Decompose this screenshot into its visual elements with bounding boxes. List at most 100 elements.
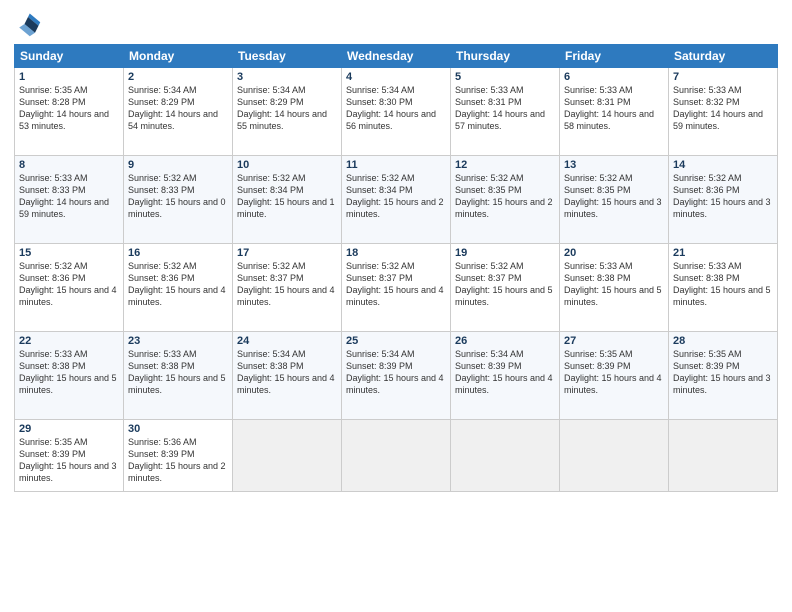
calendar-cell-20: 20Sunrise: 5:33 AMSunset: 8:38 PMDayligh… [560, 244, 669, 332]
cell-info: Sunrise: 5:32 AMSunset: 8:34 PMDaylight:… [346, 172, 446, 221]
calendar-cell-24: 24Sunrise: 5:34 AMSunset: 8:38 PMDayligh… [233, 332, 342, 420]
calendar-cell-27: 27Sunrise: 5:35 AMSunset: 8:39 PMDayligh… [560, 332, 669, 420]
logo [14, 10, 46, 38]
cell-info: Sunrise: 5:34 AMSunset: 8:29 PMDaylight:… [128, 84, 228, 133]
calendar-cell-5: 5Sunrise: 5:33 AMSunset: 8:31 PMDaylight… [451, 68, 560, 156]
day-number: 19 [455, 247, 555, 259]
cell-info: Sunrise: 5:35 AMSunset: 8:39 PMDaylight:… [564, 348, 664, 397]
calendar-cell-29: 29Sunrise: 5:35 AMSunset: 8:39 PMDayligh… [15, 420, 124, 492]
cell-info: Sunrise: 5:34 AMSunset: 8:39 PMDaylight:… [346, 348, 446, 397]
calendar-cell-6: 6Sunrise: 5:33 AMSunset: 8:31 PMDaylight… [560, 68, 669, 156]
day-number: 22 [19, 335, 119, 347]
calendar-cell-28: 28Sunrise: 5:35 AMSunset: 8:39 PMDayligh… [669, 332, 778, 420]
day-number: 25 [346, 335, 446, 347]
header-sunday: Sunday [15, 45, 124, 68]
calendar-cell-13: 13Sunrise: 5:32 AMSunset: 8:35 PMDayligh… [560, 156, 669, 244]
cell-info: Sunrise: 5:32 AMSunset: 8:36 PMDaylight:… [673, 172, 773, 221]
day-number: 8 [19, 159, 119, 171]
day-number: 20 [564, 247, 664, 259]
day-number: 24 [237, 335, 337, 347]
header [14, 10, 778, 38]
calendar-cell-15: 15Sunrise: 5:32 AMSunset: 8:36 PMDayligh… [15, 244, 124, 332]
cell-info: Sunrise: 5:33 AMSunset: 8:38 PMDaylight:… [19, 348, 119, 397]
calendar-cell-26: 26Sunrise: 5:34 AMSunset: 8:39 PMDayligh… [451, 332, 560, 420]
day-number: 12 [455, 159, 555, 171]
day-number: 9 [128, 159, 228, 171]
day-number: 1 [19, 71, 119, 83]
day-number: 2 [128, 71, 228, 83]
cell-info: Sunrise: 5:32 AMSunset: 8:35 PMDaylight:… [455, 172, 555, 221]
day-number: 18 [346, 247, 446, 259]
header-monday: Monday [124, 45, 233, 68]
cell-info: Sunrise: 5:33 AMSunset: 8:33 PMDaylight:… [19, 172, 119, 221]
cell-info: Sunrise: 5:33 AMSunset: 8:38 PMDaylight:… [128, 348, 228, 397]
calendar-row-1: 1Sunrise: 5:35 AMSunset: 8:28 PMDaylight… [15, 68, 778, 156]
header-saturday: Saturday [669, 45, 778, 68]
calendar-cell-1: 1Sunrise: 5:35 AMSunset: 8:28 PMDaylight… [15, 68, 124, 156]
empty-cell [342, 420, 451, 492]
calendar-cell-7: 7Sunrise: 5:33 AMSunset: 8:32 PMDaylight… [669, 68, 778, 156]
calendar-cell-30: 30Sunrise: 5:36 AMSunset: 8:39 PMDayligh… [124, 420, 233, 492]
day-number: 11 [346, 159, 446, 171]
day-number: 4 [346, 71, 446, 83]
cell-info: Sunrise: 5:35 AMSunset: 8:28 PMDaylight:… [19, 84, 119, 133]
page: Sunday Monday Tuesday Wednesday Thursday… [0, 0, 792, 612]
calendar-cell-12: 12Sunrise: 5:32 AMSunset: 8:35 PMDayligh… [451, 156, 560, 244]
cell-info: Sunrise: 5:34 AMSunset: 8:39 PMDaylight:… [455, 348, 555, 397]
day-number: 10 [237, 159, 337, 171]
day-number: 30 [128, 423, 228, 435]
logo-icon [14, 10, 42, 38]
calendar-row-5: 29Sunrise: 5:35 AMSunset: 8:39 PMDayligh… [15, 420, 778, 492]
cell-info: Sunrise: 5:34 AMSunset: 8:30 PMDaylight:… [346, 84, 446, 133]
header-friday: Friday [560, 45, 669, 68]
empty-cell [233, 420, 342, 492]
calendar-cell-19: 19Sunrise: 5:32 AMSunset: 8:37 PMDayligh… [451, 244, 560, 332]
cell-info: Sunrise: 5:33 AMSunset: 8:38 PMDaylight:… [564, 260, 664, 309]
header-tuesday: Tuesday [233, 45, 342, 68]
cell-info: Sunrise: 5:35 AMSunset: 8:39 PMDaylight:… [673, 348, 773, 397]
day-number: 28 [673, 335, 773, 347]
calendar-cell-10: 10Sunrise: 5:32 AMSunset: 8:34 PMDayligh… [233, 156, 342, 244]
cell-info: Sunrise: 5:32 AMSunset: 8:33 PMDaylight:… [128, 172, 228, 221]
cell-info: Sunrise: 5:33 AMSunset: 8:31 PMDaylight:… [455, 84, 555, 133]
calendar-cell-21: 21Sunrise: 5:33 AMSunset: 8:38 PMDayligh… [669, 244, 778, 332]
calendar-cell-8: 8Sunrise: 5:33 AMSunset: 8:33 PMDaylight… [15, 156, 124, 244]
day-number: 6 [564, 71, 664, 83]
empty-cell [451, 420, 560, 492]
cell-info: Sunrise: 5:32 AMSunset: 8:35 PMDaylight:… [564, 172, 664, 221]
calendar-cell-22: 22Sunrise: 5:33 AMSunset: 8:38 PMDayligh… [15, 332, 124, 420]
cell-info: Sunrise: 5:32 AMSunset: 8:37 PMDaylight:… [346, 260, 446, 309]
calendar-cell-9: 9Sunrise: 5:32 AMSunset: 8:33 PMDaylight… [124, 156, 233, 244]
day-number: 15 [19, 247, 119, 259]
calendar-cell-11: 11Sunrise: 5:32 AMSunset: 8:34 PMDayligh… [342, 156, 451, 244]
calendar-row-4: 22Sunrise: 5:33 AMSunset: 8:38 PMDayligh… [15, 332, 778, 420]
cell-info: Sunrise: 5:32 AMSunset: 8:36 PMDaylight:… [128, 260, 228, 309]
calendar-cell-2: 2Sunrise: 5:34 AMSunset: 8:29 PMDaylight… [124, 68, 233, 156]
cell-info: Sunrise: 5:33 AMSunset: 8:31 PMDaylight:… [564, 84, 664, 133]
empty-cell [669, 420, 778, 492]
header-wednesday: Wednesday [342, 45, 451, 68]
cell-info: Sunrise: 5:34 AMSunset: 8:29 PMDaylight:… [237, 84, 337, 133]
day-number: 26 [455, 335, 555, 347]
calendar-cell-14: 14Sunrise: 5:32 AMSunset: 8:36 PMDayligh… [669, 156, 778, 244]
cell-info: Sunrise: 5:32 AMSunset: 8:36 PMDaylight:… [19, 260, 119, 309]
day-number: 27 [564, 335, 664, 347]
header-thursday: Thursday [451, 45, 560, 68]
cell-info: Sunrise: 5:32 AMSunset: 8:37 PMDaylight:… [455, 260, 555, 309]
calendar-cell-25: 25Sunrise: 5:34 AMSunset: 8:39 PMDayligh… [342, 332, 451, 420]
day-number: 16 [128, 247, 228, 259]
cell-info: Sunrise: 5:32 AMSunset: 8:34 PMDaylight:… [237, 172, 337, 221]
day-number: 7 [673, 71, 773, 83]
day-number: 23 [128, 335, 228, 347]
day-number: 3 [237, 71, 337, 83]
cell-info: Sunrise: 5:33 AMSunset: 8:32 PMDaylight:… [673, 84, 773, 133]
calendar-cell-4: 4Sunrise: 5:34 AMSunset: 8:30 PMDaylight… [342, 68, 451, 156]
day-number: 21 [673, 247, 773, 259]
day-number: 14 [673, 159, 773, 171]
day-number: 29 [19, 423, 119, 435]
calendar-cell-18: 18Sunrise: 5:32 AMSunset: 8:37 PMDayligh… [342, 244, 451, 332]
calendar-cell-23: 23Sunrise: 5:33 AMSunset: 8:38 PMDayligh… [124, 332, 233, 420]
weekday-header-row: Sunday Monday Tuesday Wednesday Thursday… [15, 45, 778, 68]
cell-info: Sunrise: 5:34 AMSunset: 8:38 PMDaylight:… [237, 348, 337, 397]
calendar-table: Sunday Monday Tuesday Wednesday Thursday… [14, 44, 778, 492]
